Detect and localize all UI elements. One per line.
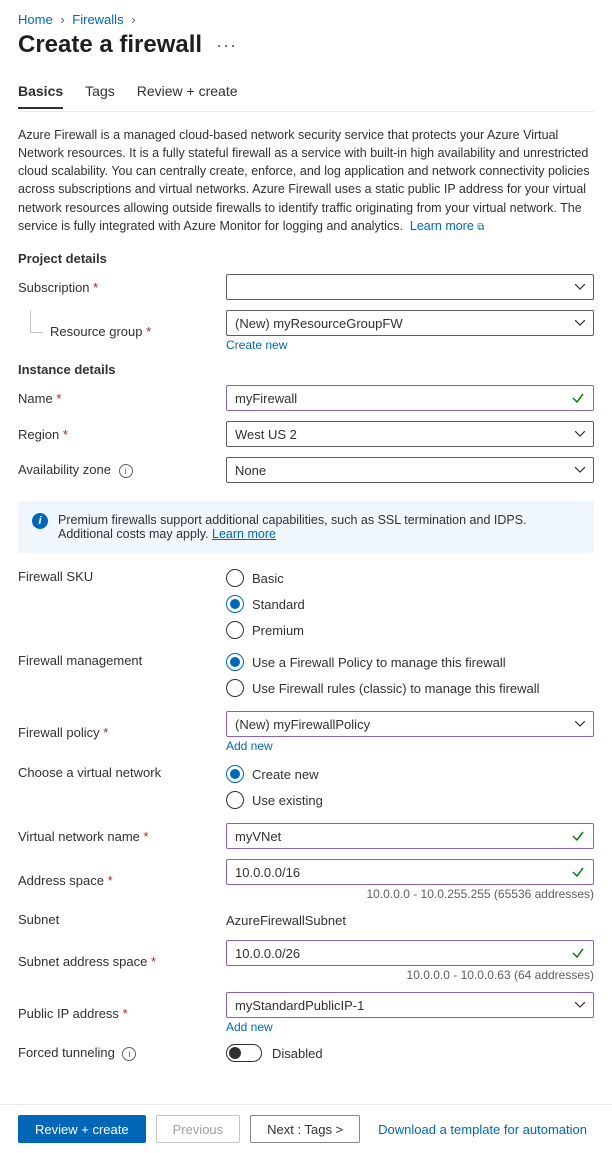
label-region: Region * — [18, 427, 218, 442]
info-icon[interactable]: i — [122, 1047, 136, 1061]
address-space-hint: 10.0.0.0 - 10.0.255.255 (65536 addresses… — [226, 887, 594, 901]
check-icon — [571, 865, 585, 879]
label-subnet: Subnet — [18, 912, 218, 927]
tab-bar: Basics Tags Review + create — [18, 77, 594, 109]
add-new-policy-link[interactable]: Add new — [226, 739, 273, 753]
premium-info-banner: i Premium firewalls support additional c… — [18, 501, 594, 553]
forced-tunneling-toggle[interactable] — [226, 1044, 262, 1062]
label-forced-tunneling: Forced tunneling i — [18, 1045, 218, 1061]
more-actions-icon[interactable]: ··· — [216, 35, 237, 56]
page-title: Create a firewall ··· — [18, 31, 594, 59]
banner-learn-more-link[interactable]: Learn more — [212, 527, 276, 541]
vnet-name-input[interactable]: myVNet — [226, 823, 594, 849]
create-new-resource-group-link[interactable]: Create new — [226, 338, 287, 352]
label-subscription: Subscription * — [18, 280, 218, 295]
breadcrumb: Home › Firewalls › — [18, 12, 594, 27]
chevron-down-icon — [575, 1002, 585, 1008]
footer-action-bar: Review + create Previous Next : Tags > D… — [0, 1104, 612, 1153]
sku-basic-radio[interactable]: Basic — [226, 569, 594, 587]
region-select[interactable]: West US 2 — [226, 421, 594, 447]
section-project-details: Project details — [18, 251, 594, 266]
review-create-button[interactable]: Review + create — [18, 1115, 146, 1143]
sku-standard-radio[interactable]: Standard — [226, 595, 594, 613]
learn-more-link[interactable]: Learn more ⧉ — [410, 219, 485, 233]
resource-group-select[interactable]: (New) myResourceGroupFW — [226, 310, 594, 336]
mgmt-policy-radio[interactable]: Use a Firewall Policy to manage this fir… — [226, 653, 594, 671]
chevron-right-icon: › — [131, 12, 135, 27]
add-new-public-ip-link[interactable]: Add new — [226, 1020, 273, 1034]
tab-review[interactable]: Review + create — [137, 77, 238, 109]
label-choose-vnet: Choose a virtual network — [18, 765, 218, 780]
label-vnet-name: Virtual network name * — [18, 829, 218, 844]
chevron-down-icon — [575, 320, 585, 326]
label-resource-group: Resource group * — [18, 324, 218, 339]
sku-premium-radio[interactable]: Premium — [226, 621, 594, 639]
public-ip-select[interactable]: myStandardPublicIP-1 — [226, 992, 594, 1018]
subscription-select[interactable] — [226, 274, 594, 300]
chevron-down-icon — [575, 284, 585, 290]
info-icon: i — [32, 513, 48, 529]
vnet-radio-group: Create new Use existing — [226, 765, 594, 809]
firewall-policy-select[interactable]: (New) myFirewallPolicy — [226, 711, 594, 737]
management-radio-group: Use a Firewall Policy to manage this fir… — [226, 653, 594, 697]
address-space-input[interactable]: 10.0.0.0/16 — [226, 859, 594, 885]
label-name: Name * — [18, 391, 218, 406]
label-availability-zone: Availability zone i — [18, 462, 218, 478]
label-address-space: Address space * — [18, 873, 218, 888]
vnet-use-existing-radio[interactable]: Use existing — [226, 791, 594, 809]
download-template-link[interactable]: Download a template for automation — [378, 1122, 587, 1137]
subnet-address-space-input[interactable]: 10.0.0.0/26 — [226, 940, 594, 966]
subnet-value: AzureFirewallSubnet — [226, 911, 594, 928]
external-link-icon: ⧉ — [477, 222, 484, 233]
tab-tags[interactable]: Tags — [85, 77, 115, 109]
info-icon[interactable]: i — [119, 464, 133, 478]
chevron-down-icon — [575, 467, 585, 473]
chevron-down-icon — [575, 721, 585, 727]
check-icon — [571, 946, 585, 960]
next-button[interactable]: Next : Tags > — [250, 1115, 360, 1143]
tab-basics[interactable]: Basics — [18, 77, 63, 109]
label-firewall-sku: Firewall SKU — [18, 569, 218, 584]
description-text: Azure Firewall is a managed cloud-based … — [18, 126, 594, 235]
check-icon — [571, 391, 585, 405]
section-instance-details: Instance details — [18, 362, 594, 377]
breadcrumb-firewalls[interactable]: Firewalls — [72, 12, 123, 27]
name-input[interactable]: myFirewall — [226, 385, 594, 411]
label-firewall-management: Firewall management — [18, 653, 218, 668]
label-subnet-address-space: Subnet address space * — [18, 954, 218, 969]
chevron-down-icon — [575, 431, 585, 437]
mgmt-classic-radio[interactable]: Use Firewall rules (classic) to manage t… — [226, 679, 594, 697]
previous-button: Previous — [156, 1115, 241, 1143]
label-public-ip: Public IP address * — [18, 1006, 218, 1021]
vnet-create-new-radio[interactable]: Create new — [226, 765, 594, 783]
availability-zone-select[interactable]: None — [226, 457, 594, 483]
forced-tunneling-state: Disabled — [272, 1046, 323, 1061]
subnet-address-hint: 10.0.0.0 - 10.0.0.63 (64 addresses) — [226, 968, 594, 982]
breadcrumb-home[interactable]: Home — [18, 12, 53, 27]
chevron-right-icon: › — [60, 12, 64, 27]
label-firewall-policy: Firewall policy * — [18, 725, 218, 740]
sku-radio-group: Basic Standard Premium — [226, 569, 594, 639]
check-icon — [571, 829, 585, 843]
